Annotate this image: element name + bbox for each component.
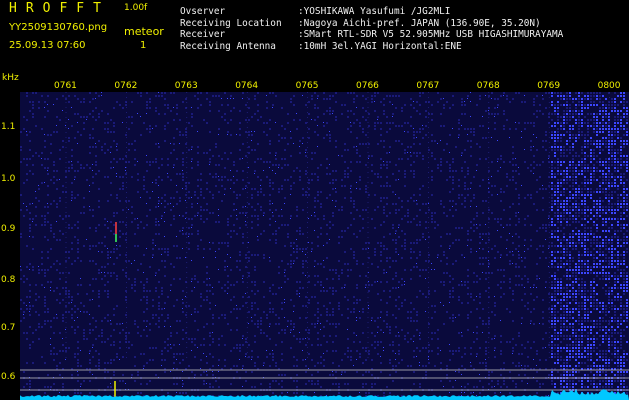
meteor-counter-label: meteor bbox=[124, 25, 164, 38]
station-info: Ovserver :YOSHIKAWA Yasufumi /JG2MLI Rece… bbox=[180, 6, 563, 52]
timestamp: 25.09.13 07:60 bbox=[9, 40, 86, 51]
station-row-antenna: Receiving Antenna :10mH 3el.YAGI Horizont… bbox=[180, 41, 563, 53]
station-row-receiver: Receiver :SMart RTL-SDR V5 52.905MHz USB … bbox=[180, 29, 563, 41]
header: HROFFT 1.00f YY2509130760.png 25.09.13 0… bbox=[0, 0, 629, 70]
x-tick-label: 0768 bbox=[476, 81, 500, 91]
x-tick-label: 0761 bbox=[54, 81, 77, 91]
x-tick-label: 0763 bbox=[174, 81, 198, 91]
y-tick-label: 0.9 bbox=[1, 224, 16, 234]
x-tick-label: 0764 bbox=[235, 81, 259, 91]
station-label: Receiving Location bbox=[180, 17, 282, 29]
station-row-location: Receiving Location :Nagoya Aichi-pref. JA… bbox=[180, 18, 563, 30]
y-tick-label: 0.7 bbox=[1, 323, 16, 333]
x-tick-label: 0769 bbox=[537, 81, 561, 91]
meteor-counter-value: 1 bbox=[140, 40, 147, 51]
y-tick-label: 1.0 bbox=[1, 174, 16, 184]
station-label: Receiver bbox=[180, 29, 226, 40]
app-version: 1.00f bbox=[124, 3, 148, 13]
y-tick-label: 0.6 bbox=[1, 372, 16, 382]
station-value: :Nagoya Aichi-pref. JAPAN (136.90E, 35.2… bbox=[298, 17, 541, 29]
app-title: HROFFT bbox=[9, 1, 110, 16]
y-tick-label: 0.8 bbox=[1, 275, 16, 285]
spectrogram-canvas bbox=[20, 92, 629, 400]
x-tick-label: 0762 bbox=[114, 81, 138, 91]
station-value: :10mH 3el.YAGI Horizontal:ENE bbox=[298, 40, 462, 52]
x-tick-label: 0800 bbox=[597, 81, 621, 91]
file-name: YY2509130760.png bbox=[9, 22, 108, 33]
y-axis-unit: kHz bbox=[2, 73, 19, 83]
station-label: Ovserver bbox=[180, 6, 226, 17]
x-tick-label: 0766 bbox=[356, 81, 379, 91]
x-tick-label: 0765 bbox=[295, 81, 319, 91]
x-tick-label: 0767 bbox=[416, 81, 440, 91]
station-label: Receiving Antenna bbox=[180, 40, 276, 52]
y-tick-label: 1.1 bbox=[1, 122, 16, 132]
station-row-observer: Ovserver :YOSHIKAWA Yasufumi /JG2MLI bbox=[180, 6, 563, 18]
station-value: :SMart RTL-SDR V5 52.905MHz USB HIGASHIM… bbox=[298, 29, 564, 40]
station-value: :YOSHIKAWA Yasufumi /JG2MLI bbox=[298, 6, 451, 17]
spectrogram bbox=[20, 92, 629, 400]
